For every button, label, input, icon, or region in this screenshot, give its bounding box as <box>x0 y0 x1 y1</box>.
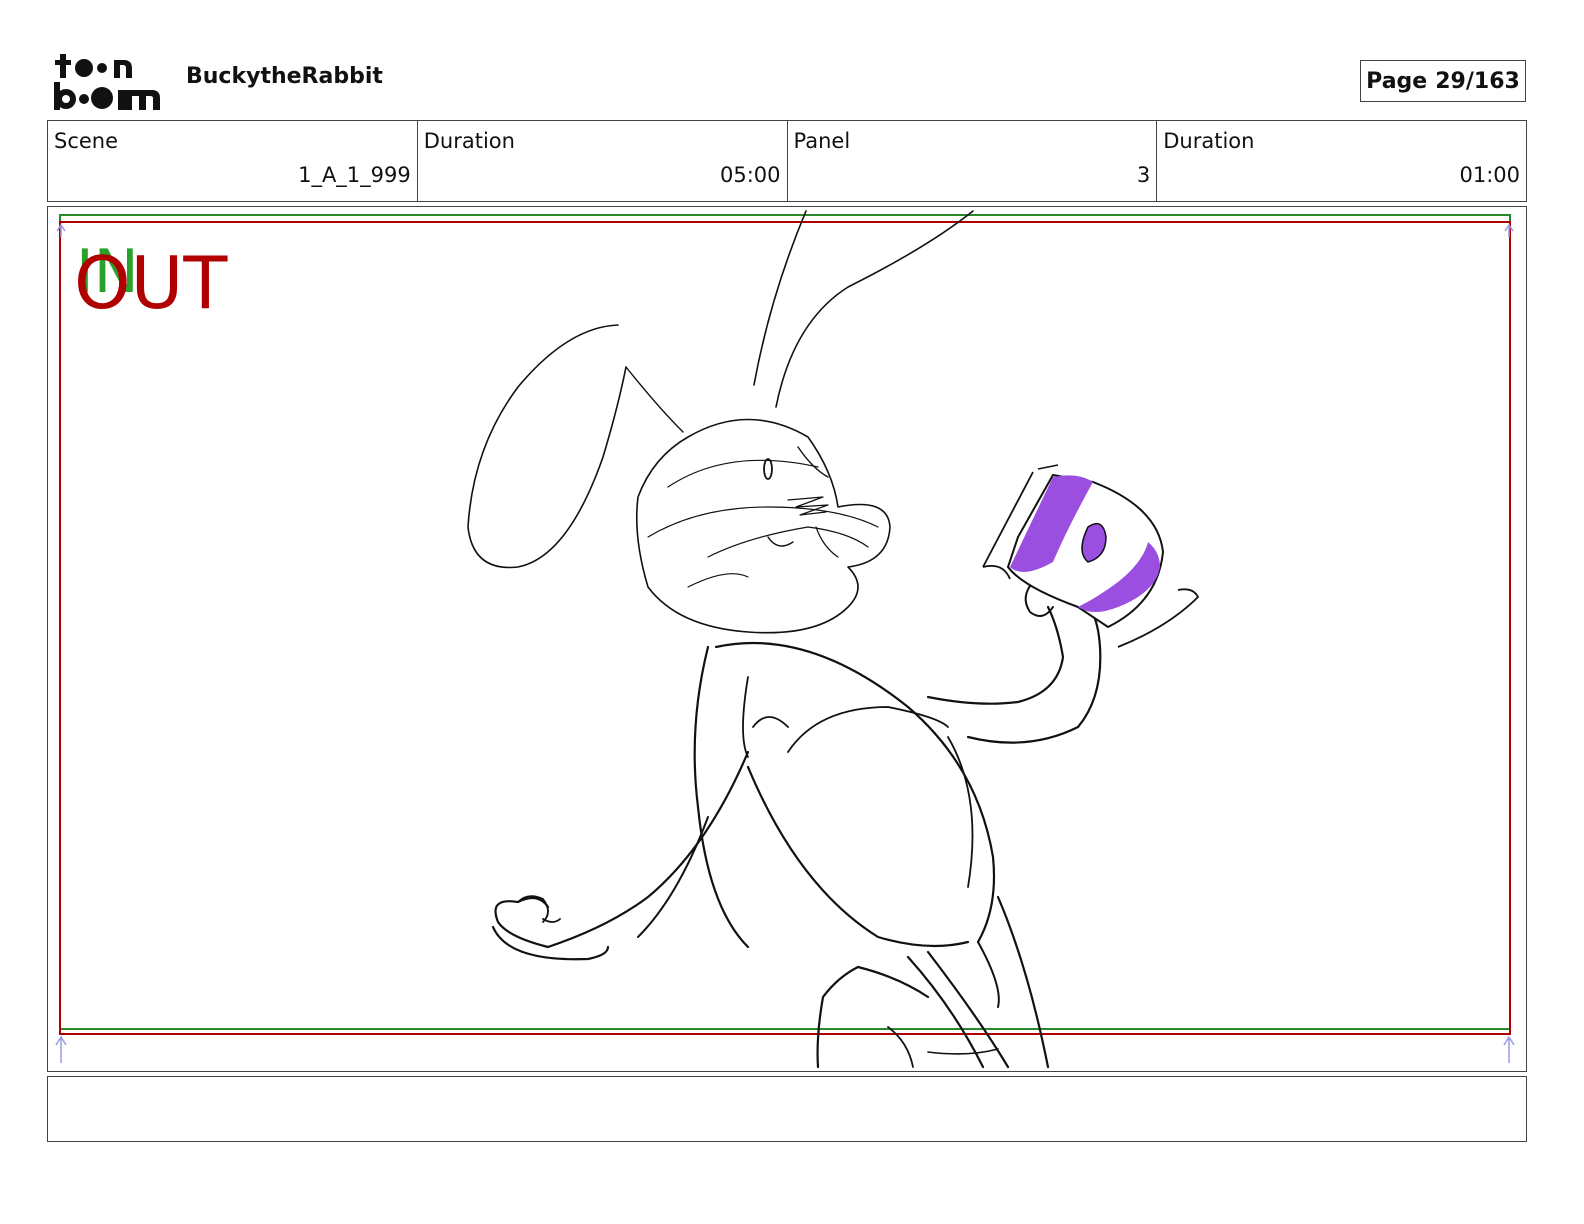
panel-notes-box <box>47 1076 1527 1142</box>
scene-info-row: Scene 1_A_1_999 Duration 05:00 Panel 3 D… <box>47 120 1527 202</box>
panel-value: 3 <box>1136 163 1151 187</box>
panel-cell: Panel 3 <box>788 121 1158 201</box>
panel-label: Panel <box>793 129 851 153</box>
page-number: 29/163 <box>1435 68 1520 94</box>
out-marker-label: OUT <box>74 241 228 325</box>
action-frame <box>59 221 1511 1035</box>
scene-value: 1_A_1_999 <box>298 163 411 187</box>
scene-cell: Scene 1_A_1_999 <box>48 121 418 201</box>
scene-label: Scene <box>54 129 119 153</box>
rabbit-sketch <box>467 210 1102 1069</box>
safe-frame <box>59 214 1511 1030</box>
page-label: Page <box>1366 68 1428 94</box>
camera-marker-icons <box>55 223 1515 1063</box>
panel-drawing <box>55 210 1515 1069</box>
project-title: BuckytheRabbit <box>186 64 383 89</box>
scene-duration-label: Duration <box>423 129 515 153</box>
page-indicator: Page 29/163 <box>1360 60 1526 102</box>
storyboard-panel: IN OUT <box>47 206 1527 1072</box>
cup-drawing <box>982 464 1200 648</box>
scene-duration-cell: Duration 05:00 <box>418 121 788 201</box>
scene-duration-value: 05:00 <box>719 163 781 187</box>
toon-boom-logo <box>52 50 164 112</box>
panel-duration-cell: Duration 01:00 <box>1157 121 1526 201</box>
panel-duration-value: 01:00 <box>1459 163 1520 187</box>
panel-duration-label: Duration <box>1163 129 1255 153</box>
